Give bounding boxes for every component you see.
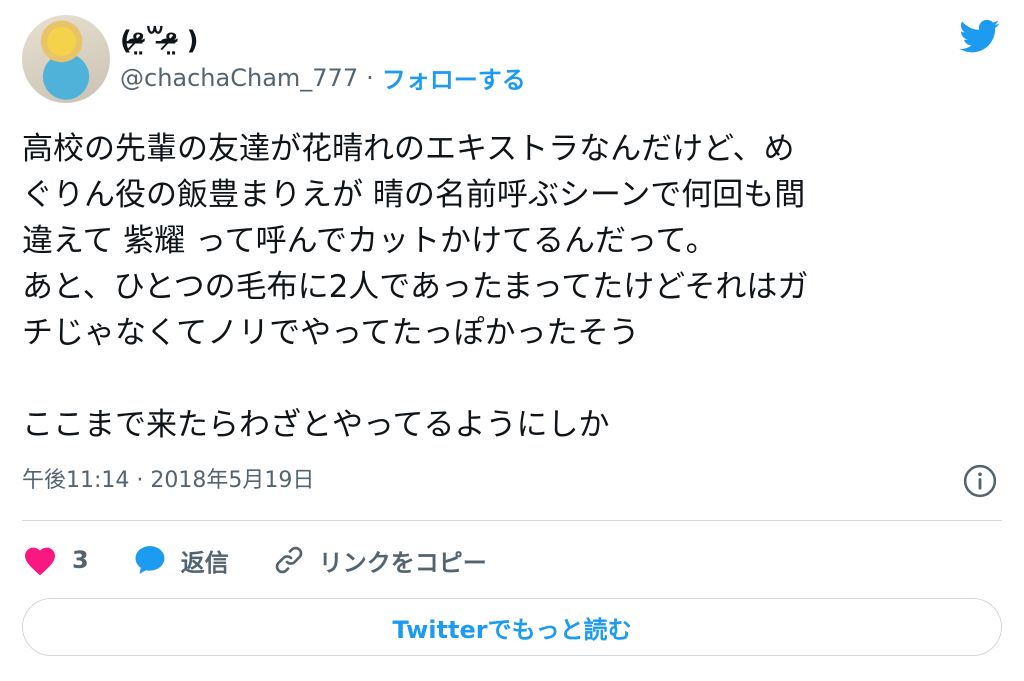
handle-separator: ·	[366, 63, 374, 92]
reply-label: 返信	[180, 548, 229, 577]
tweet-text: 高校の先輩の友達が花晴れのエキストラなんだけど、め ぐりん役の飯豊まりえが 晴の…	[22, 131, 809, 443]
twitter-bird-icon[interactable]	[957, 16, 1003, 56]
read-more-button[interactable]: Twitterでもっと読む	[22, 598, 1002, 656]
like-count: 3	[72, 546, 89, 574]
read-more-label: Twitterでもっと読む	[392, 615, 632, 644]
avatar[interactable]	[22, 15, 110, 103]
action-bar: 3 返信 リンクをコピー	[22, 540, 531, 580]
copy-link-button[interactable]: リンクをコピー	[273, 543, 487, 578]
reply-button[interactable]: 返信	[133, 543, 229, 578]
copy-link-label: リンクをコピー	[318, 548, 487, 577]
link-icon	[275, 546, 302, 574]
author-display-name[interactable]: (ᵒ̴̶̷̤꒳ᵒ̴̶̷̤ )	[120, 22, 199, 56]
follow-button[interactable]: フォローする	[382, 60, 526, 95]
author-handle-row: @chachaCham_777 · フォローする	[120, 60, 526, 95]
info-icon[interactable]	[963, 464, 997, 498]
heart-icon	[25, 547, 55, 576]
speech-bubble-icon	[135, 546, 165, 574]
divider	[22, 520, 1002, 521]
tweet-timestamp[interactable]: 午後11:14 · 2018年5月19日	[22, 462, 314, 494]
author-handle[interactable]: @chachaCham_777	[120, 64, 358, 92]
like-button[interactable]: 3	[22, 544, 89, 576]
